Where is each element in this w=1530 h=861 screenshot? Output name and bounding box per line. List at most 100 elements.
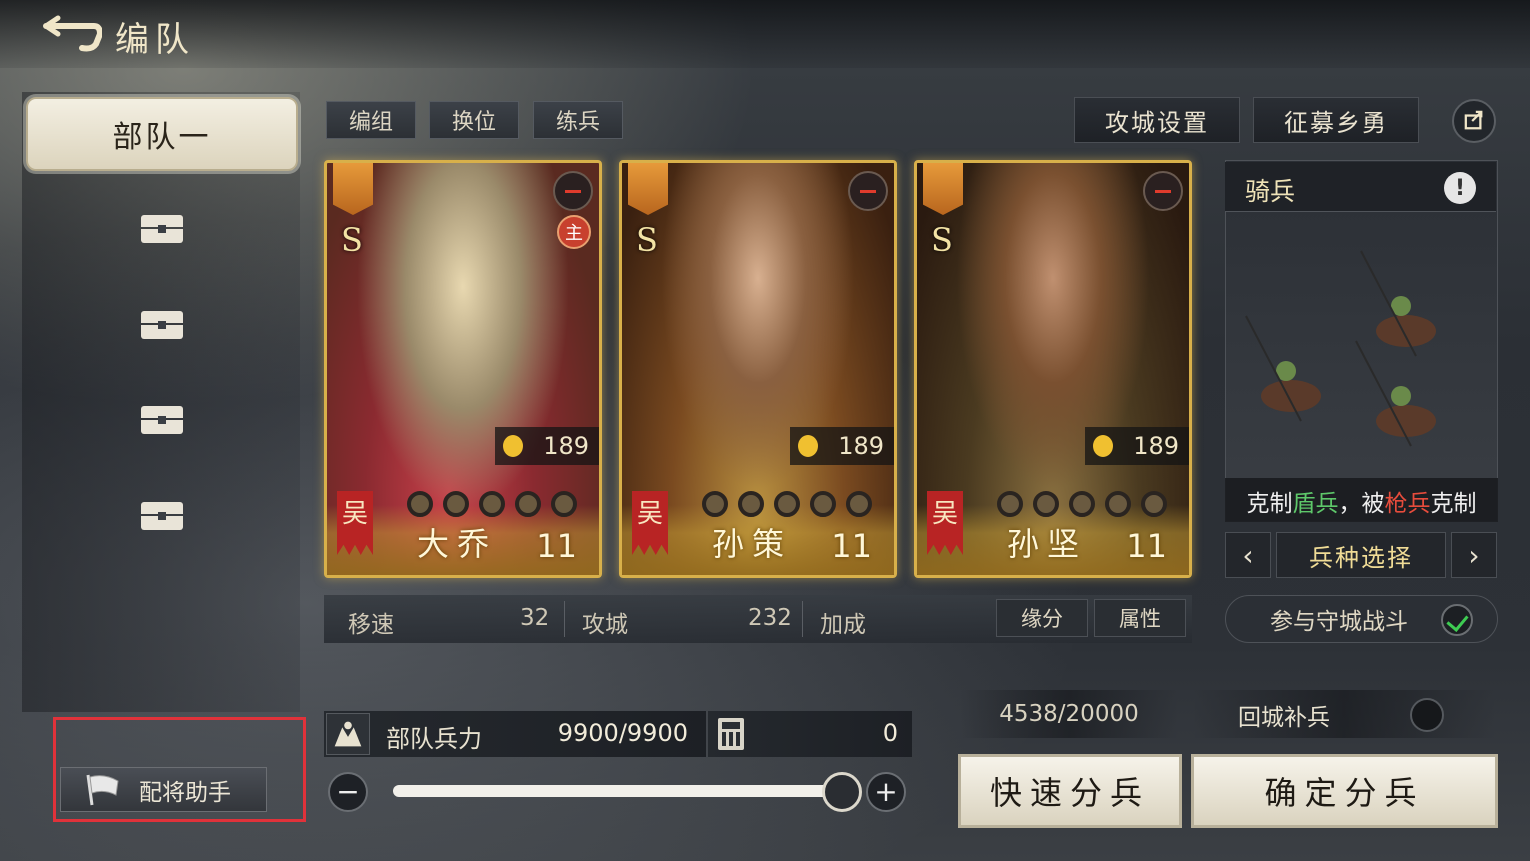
coin-icon [1093, 435, 1113, 457]
remove-icon[interactable] [1143, 171, 1183, 211]
locked-troop-slot-icon[interactable] [141, 502, 183, 532]
return-replenish-toggle[interactable] [1410, 698, 1444, 732]
star-icon [738, 491, 764, 517]
counter-suffix: 克制 [1430, 491, 1477, 517]
recruit-button[interactable]: 征募乡勇 [1253, 97, 1419, 143]
quick-distribute-button[interactable]: 快速分兵 [958, 754, 1182, 828]
star-icon [997, 491, 1023, 517]
tab-swap[interactable]: 换位 [429, 101, 519, 139]
grade-label: S [636, 221, 658, 259]
star-icon [443, 491, 469, 517]
bonus-label: 加成 [820, 612, 866, 638]
siege-settings-button[interactable]: 攻城设置 [1074, 97, 1240, 143]
speed-label: 移速 [348, 612, 394, 638]
top-bar [0, 0, 1530, 68]
helper-label: 配将助手 [139, 779, 231, 806]
general-level: 11 [831, 527, 872, 565]
star-row [997, 491, 1167, 517]
star-icon [1069, 491, 1095, 517]
prev-unit-button[interactable]: ‹ [1225, 532, 1271, 578]
locked-troop-slot-icon[interactable] [141, 311, 183, 341]
grade-label: S [341, 221, 363, 259]
counter-mid: ，被 [1338, 491, 1385, 517]
coin-icon [798, 435, 818, 457]
fate-button[interactable]: 缘分 [996, 599, 1088, 637]
general-card-1[interactable]: S 主 189 吴 大乔 11 [324, 160, 602, 578]
general-card-3[interactable]: S 189 吴 孙坚 11 [914, 160, 1192, 578]
unit-counter-text: 克制盾兵，被枪兵克制 [1225, 478, 1498, 522]
cavalry-badge-icon [628, 163, 668, 215]
cavalry-badge-icon [333, 163, 373, 215]
unit-select-button[interactable]: 兵种选择 [1276, 532, 1446, 578]
cost-value: 189 [838, 432, 884, 460]
cost-badge: 189 [1085, 427, 1189, 465]
speed-value: 32 [520, 605, 550, 631]
star-icon [551, 491, 577, 517]
leader-badge: 主 [557, 215, 591, 249]
share-icon[interactable] [1452, 99, 1496, 143]
check-icon[interactable] [1441, 604, 1473, 636]
remove-icon[interactable] [848, 171, 888, 211]
siege-label: 攻城 [582, 612, 628, 638]
tab-train[interactable]: 练兵 [533, 101, 623, 139]
star-row [407, 491, 577, 517]
locked-troop-slot-icon[interactable] [141, 406, 183, 436]
page-title: 编队 [115, 20, 195, 60]
counter-strong: 盾兵 [1292, 491, 1339, 517]
next-unit-button[interactable]: › [1451, 532, 1497, 578]
slider-handle[interactable] [822, 772, 862, 812]
cavalry-art [1245, 250, 1436, 447]
star-icon [810, 491, 836, 517]
star-icon [479, 491, 505, 517]
info-icon[interactable]: ! [1444, 172, 1476, 204]
increase-button[interactable]: + [866, 772, 906, 812]
cost-value: 189 [543, 432, 589, 460]
divider [802, 601, 803, 637]
star-icon [1141, 491, 1167, 517]
star-icon [774, 491, 800, 517]
cost-badge: 189 [495, 427, 599, 465]
back-arrow-icon[interactable] [42, 14, 102, 54]
star-row [702, 491, 872, 517]
remove-icon[interactable] [553, 171, 593, 211]
general-name: 孙策 [712, 525, 793, 563]
coin-icon [503, 435, 523, 457]
general-card-2[interactable]: S 189 吴 孙策 11 [619, 160, 897, 578]
cavalry-badge-icon [923, 163, 963, 215]
confirm-distribute-button[interactable]: 确定分兵 [1191, 754, 1498, 828]
grade-label: S [931, 221, 953, 259]
unit-type-panel [1225, 160, 1498, 522]
troop-value: 9900/9900 [557, 719, 688, 747]
troop-stats-bar: 移速 32 攻城 232 加成 缘分 属性 [324, 595, 1192, 643]
reserve-troops: 4538/20000 [960, 690, 1178, 738]
star-icon [702, 491, 728, 517]
cost-value: 189 [1133, 432, 1179, 460]
general-name: 孙坚 [1007, 525, 1088, 563]
cost-badge: 189 [790, 427, 894, 465]
decrease-button[interactable]: − [328, 772, 368, 812]
general-level: 11 [1126, 527, 1167, 565]
divider [564, 601, 565, 637]
troop-tab-1[interactable]: 部队一 [26, 97, 298, 171]
star-icon [515, 491, 541, 517]
counter-prefix: 克制 [1246, 491, 1293, 517]
siege-value: 232 [748, 605, 792, 631]
counter-weak: 枪兵 [1384, 491, 1431, 517]
troop-strength-bar: 部队兵力 9900/9900 [324, 711, 706, 757]
tab-group[interactable]: 编组 [326, 101, 416, 139]
star-icon [407, 491, 433, 517]
locked-troop-slot-icon[interactable] [141, 215, 183, 245]
star-icon [1105, 491, 1131, 517]
troop-label: 部队兵力 [386, 725, 482, 753]
soldiers-icon [326, 713, 370, 755]
attributes-button[interactable]: 属性 [1094, 599, 1186, 637]
star-icon [846, 491, 872, 517]
troop-slider[interactable] [393, 785, 833, 797]
extra-value: 0 [882, 719, 898, 747]
return-replenish-label: 回城补兵 [1192, 690, 1496, 738]
star-icon [1033, 491, 1059, 517]
calculator-icon[interactable] [718, 718, 744, 750]
general-level: 11 [536, 527, 577, 565]
troop-sidebar [22, 92, 300, 712]
general-name: 大乔 [417, 525, 498, 563]
